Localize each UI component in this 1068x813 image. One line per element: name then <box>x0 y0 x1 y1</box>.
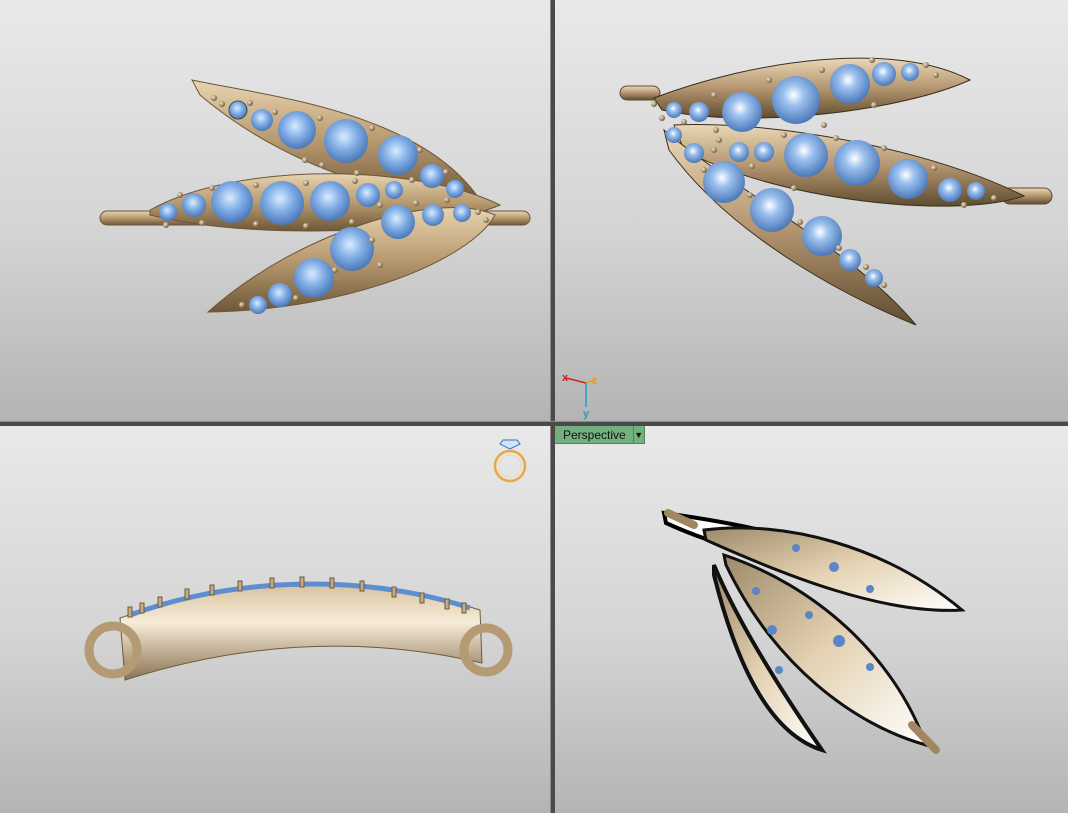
viewport-top[interactable] <box>0 0 550 421</box>
leaf-pendant-perspective-model <box>661 509 966 754</box>
viewport-perspective[interactable]: Perspective ▼ <box>554 425 1068 813</box>
viewport-name[interactable]: Perspective <box>554 425 634 444</box>
leaf-pendant-top-model <box>99 79 531 314</box>
viewport-front[interactable]: x z y <box>554 0 1068 421</box>
ring-with-diamond-icon[interactable] <box>493 439 527 483</box>
leaf-pendant-side-model <box>84 439 527 681</box>
leaf-pendant-front-model: x z y <box>562 57 1053 420</box>
axis-gizmo[interactable]: x z y <box>562 372 598 420</box>
viewport-side[interactable] <box>0 425 550 813</box>
axis-z-label: z <box>592 375 598 387</box>
viewport-splitter-vertical[interactable] <box>550 0 555 813</box>
triangle-down-icon[interactable]: ▼ <box>633 425 645 444</box>
axis-x-label: x <box>562 372 569 384</box>
axis-y-label: y <box>583 408 590 420</box>
viewport-splitter-horizontal[interactable] <box>0 421 1068 426</box>
viewport-label[interactable]: Perspective ▼ <box>554 425 645 444</box>
